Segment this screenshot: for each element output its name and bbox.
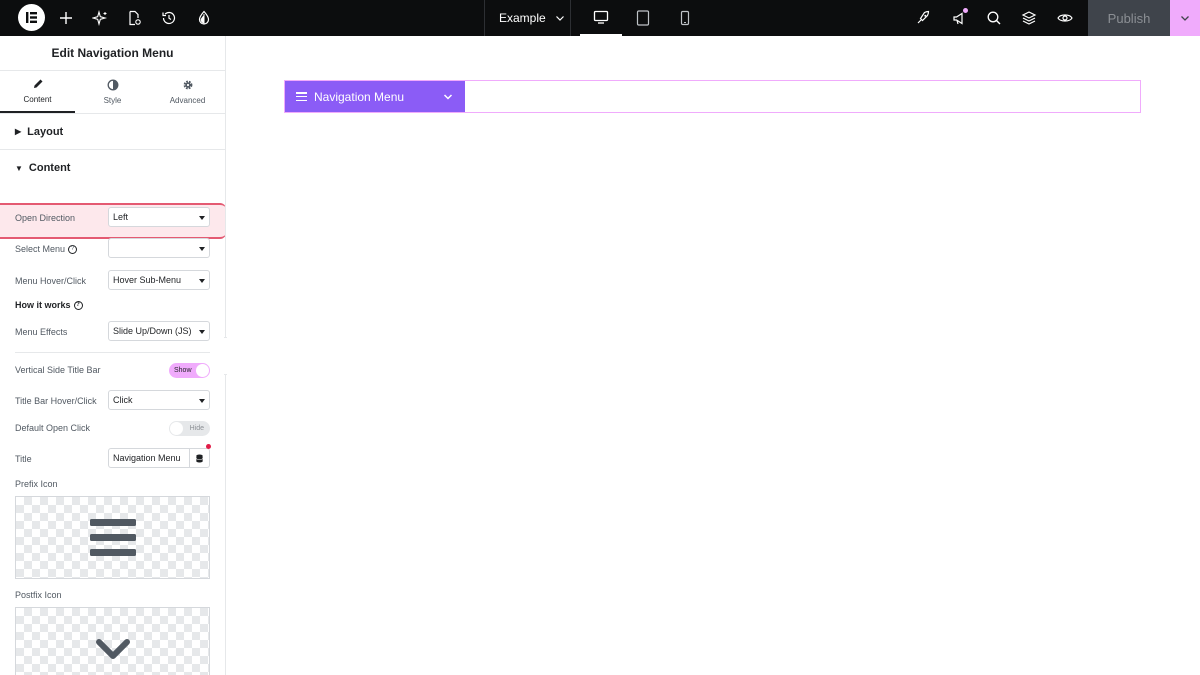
how-it-works-row: How it works? (0, 294, 225, 320)
postfix-icon-label: Postfix Icon (15, 590, 62, 600)
select-menu-label-wrap: Select Menu? (15, 244, 78, 255)
section-layout[interactable]: ▶ Layout (0, 114, 225, 150)
tab-style[interactable]: Style (75, 71, 150, 113)
prefix-icon-label: Prefix Icon (15, 479, 58, 489)
menu-hover-click-value: Hover Sub-Menu (113, 275, 182, 285)
chevron-down-icon (95, 638, 130, 659)
bars-icon (296, 92, 307, 101)
prefix-icon-picker[interactable] (15, 496, 210, 579)
control-title: Title Navigation Menu (0, 444, 225, 474)
dropdown-caret-icon (199, 216, 205, 220)
control-select-menu: Select Menu? (0, 238, 225, 264)
control-menu-effects: Menu Effects Slide Up/Down (JS) (0, 321, 225, 347)
help-icon[interactable]: ? (68, 245, 78, 255)
pencil-icon (33, 79, 42, 88)
control-title-bar-hover-click: Title Bar Hover/Click Click (0, 390, 225, 416)
menu-hover-click-label: Menu Hover/Click (15, 276, 87, 286)
search-icon[interactable] (984, 8, 1004, 28)
menu-effects-label: Menu Effects (15, 327, 68, 337)
postfix-icon-picker[interactable] (15, 607, 210, 675)
add-element-icon[interactable] (56, 8, 76, 28)
preview-canvas (227, 36, 1200, 675)
title-label: Title (15, 454, 32, 464)
control-vertical-side-title-bar: Vertical Side Title Bar Show (0, 363, 225, 389)
control-open-direction: Open Direction Left (0, 207, 225, 233)
history-icon[interactable] (159, 8, 179, 28)
database-icon (196, 454, 203, 462)
tab-advanced[interactable]: Advanced (150, 71, 225, 113)
open-direction-select[interactable]: Left (108, 207, 210, 227)
navigation-menu-widget[interactable]: Navigation Menu (285, 81, 465, 112)
tab-content[interactable]: Content (0, 71, 75, 113)
chevron-down-icon (1181, 16, 1189, 21)
chevron-down-icon (555, 16, 564, 21)
select-menu-label: Select Menu (15, 244, 66, 254)
toggle-knob (170, 422, 183, 435)
tablet-icon[interactable] (622, 0, 664, 36)
caret-down-icon: ▼ (15, 163, 23, 173)
how-it-works-wrap[interactable]: How it works? (15, 300, 83, 311)
structure-layers-icon[interactable] (1019, 8, 1039, 28)
half-circle-icon (107, 79, 118, 91)
default-open-click-label: Default Open Click (15, 423, 91, 433)
page-settings-icon[interactable] (124, 8, 144, 28)
panel-tabs: Content Style Advanced (0, 71, 225, 114)
site-settings-icon[interactable] (194, 8, 214, 28)
publish-button[interactable]: Publish (1088, 0, 1170, 36)
default-open-click-toggle[interactable]: Hide (169, 421, 210, 436)
tab-advanced-label: Advanced (169, 96, 206, 105)
upgrade-rocket-icon[interactable] (913, 8, 933, 28)
site-name-label: Example (499, 11, 546, 25)
section-layout-label: Layout (27, 125, 64, 138)
control-default-open-click: Default Open Click Hide (0, 421, 225, 447)
select-menu-select[interactable] (108, 238, 210, 258)
section-content-label: Content (28, 162, 71, 174)
editor-panel: Edit Navigation Menu Content Style Advan… (0, 36, 226, 675)
tab-style-label: Style (103, 96, 122, 105)
mobile-icon[interactable] (664, 0, 706, 36)
menu-effects-select[interactable]: Slide Up/Down (JS) (108, 321, 210, 341)
toggle-knob (196, 364, 209, 377)
site-name-dropdown[interactable]: Example (484, 0, 571, 36)
elementor-logo-icon[interactable] (18, 4, 45, 31)
title-bar-hover-click-label: Title Bar Hover/Click (15, 396, 97, 406)
how-it-works-label: How it works (15, 300, 71, 310)
top-bar: Example Publish (0, 0, 1200, 36)
toggle-state-label: Hide (189, 425, 204, 432)
title-input[interactable]: Navigation Menu (108, 448, 190, 468)
dynamic-indicator-dot (206, 444, 211, 449)
panel-title: Edit Navigation Menu (0, 36, 225, 71)
title-bar-hover-click-select[interactable]: Click (108, 390, 210, 410)
title-bar-hover-click-value: Click (113, 395, 133, 405)
menu-hover-click-select[interactable]: Hover Sub-Menu (108, 270, 210, 290)
chevron-down-icon (443, 94, 453, 100)
open-direction-label: Open Direction (15, 213, 76, 223)
notification-dot (963, 8, 968, 13)
caret-right-icon: ▶ (15, 127, 22, 136)
tab-content-label: Content (23, 95, 52, 104)
divider (15, 352, 210, 353)
dropdown-caret-icon (199, 247, 205, 251)
menu-effects-value: Slide Up/Down (JS) (113, 326, 192, 336)
help-icon: ? (73, 301, 83, 311)
navigation-menu-title: Navigation Menu (314, 89, 405, 104)
bars-icon (89, 518, 136, 556)
preview-eye-icon[interactable] (1055, 8, 1075, 28)
gear-icon (183, 80, 192, 90)
toggle-state-label: Show (174, 367, 192, 374)
desktop-icon[interactable] (580, 0, 622, 36)
open-direction-value: Left (113, 212, 129, 222)
publish-options-button[interactable] (1170, 0, 1200, 36)
section-content[interactable]: ▼ Content (0, 150, 225, 186)
dropdown-caret-icon (199, 330, 205, 334)
ai-sparkle-icon[interactable] (90, 8, 110, 28)
dropdown-caret-icon (199, 279, 205, 283)
dropdown-caret-icon (199, 399, 205, 403)
dynamic-tags-button[interactable] (189, 448, 210, 468)
control-menu-hover-click: Menu Hover/Click Hover Sub-Menu (0, 270, 225, 296)
vertical-side-title-bar-label: Vertical Side Title Bar (15, 365, 101, 375)
vertical-side-title-bar-toggle[interactable]: Show (169, 363, 210, 378)
